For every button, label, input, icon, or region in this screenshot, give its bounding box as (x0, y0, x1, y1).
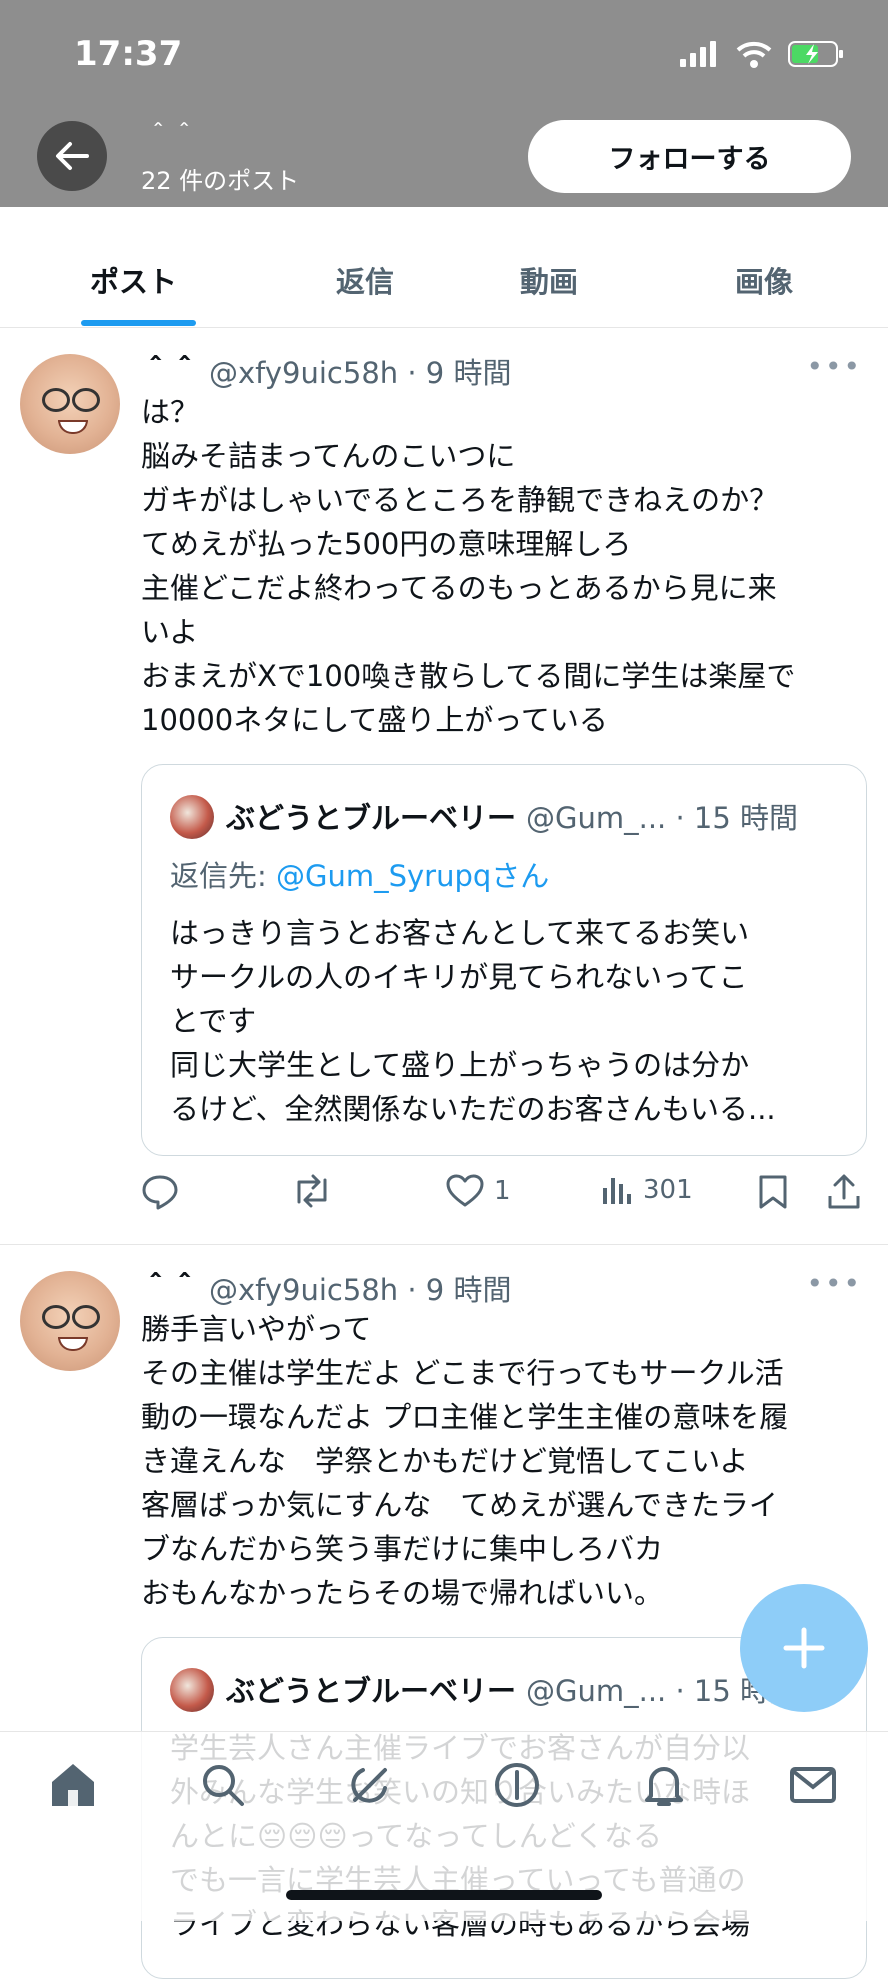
views-icon (603, 1178, 631, 1204)
post-count: 22 件のポスト (141, 167, 300, 195)
repost-button[interactable] (291, 1174, 333, 1208)
author-handle[interactable]: @xfy9uic58h (209, 1273, 398, 1307)
share-icon (828, 1174, 860, 1209)
avatar[interactable] (20, 354, 120, 454)
status-icons (680, 40, 844, 68)
post-actions: 1 301 (141, 1174, 861, 1224)
quote-author-name: ぶどうとブルーベリー (226, 801, 517, 835)
communities-icon[interactable] (492, 1760, 542, 1810)
profile-tabs: ポスト 返信 動画 画像 (0, 207, 888, 328)
more-icon[interactable]: ••• (806, 350, 862, 383)
quote-meta: ぶどうとブルーベリー @Gum_... · 15 時間 (226, 795, 798, 837)
home-icon[interactable] (48, 1760, 98, 1810)
reply-button[interactable] (141, 1174, 179, 1210)
author-name[interactable]: ＾＾ (141, 356, 199, 390)
tab-replies[interactable]: 返信 (336, 259, 394, 301)
profile-header: 17:37 ＾＾ 22 件のポスト フォローする (0, 0, 888, 207)
signal-icon (680, 41, 716, 67)
search-icon[interactable] (198, 1760, 248, 1810)
author-name[interactable]: ＾＾ (141, 1273, 199, 1307)
battery-charging-icon (788, 41, 843, 67)
follow-button[interactable]: フォローする (528, 120, 851, 193)
grok-icon[interactable] (345, 1760, 395, 1810)
quote-time: · 15 時間 (675, 801, 799, 835)
tab-posts[interactable]: ポスト (90, 259, 177, 301)
avatar[interactable] (20, 1271, 120, 1371)
home-indicator (286, 1890, 602, 1900)
back-button[interactable] (37, 121, 107, 191)
quote-avatar (170, 1668, 214, 1712)
quote-author-name: ぶどうとブルーベリー (226, 1674, 517, 1708)
quote-author-handle: @Gum_... (526, 1674, 667, 1708)
active-tab-indicator (81, 320, 196, 326)
post-body: 勝手言いやがって その主催は学生だよ どこまで行ってもサークル活 動の一環なんだ… (141, 1312, 789, 1610)
reply-to-link[interactable]: @Gum_Syrupqさん (276, 859, 549, 893)
quote-meta: ぶどうとブルーベリー @Gum_... · 15 時間 (226, 1668, 798, 1710)
bookmark-icon (759, 1175, 787, 1209)
views-button[interactable]: 301 (601, 1174, 693, 1206)
post-time: · 9 時間 (407, 356, 512, 390)
like-button[interactable]: 1 (446, 1174, 511, 1208)
post-meta: ＾＾ @xfy9uic58h · 9 時間 (141, 1267, 511, 1309)
like-count: 1 (494, 1176, 511, 1206)
tab-images[interactable]: 画像 (735, 259, 793, 301)
share-button[interactable] (827, 1174, 861, 1210)
arrow-left-icon (56, 142, 89, 170)
post-time: · 9 時間 (407, 1273, 512, 1307)
tab-videos[interactable]: 動画 (520, 259, 578, 301)
wifi-icon (736, 41, 772, 68)
messages-icon[interactable] (788, 1760, 838, 1810)
post-meta: ＾＾ @xfy9uic58h · 9 時間 (141, 350, 511, 392)
author-handle[interactable]: @xfy9uic58h (209, 356, 398, 390)
quoted-post[interactable]: ぶどうとブルーベリー @Gum_... · 15 時間 返信先: @Gum_Syr… (141, 764, 867, 1156)
repost-icon (297, 1174, 327, 1208)
more-icon[interactable]: ••• (806, 1267, 862, 1300)
plus-icon (783, 1627, 825, 1669)
post[interactable]: ＾＾ @xfy9uic58h · 9 時間 ••• は？ 脳みそ詰まってんのこいつ… (0, 328, 888, 1244)
post-body: は？ 脳みそ詰まってんのこいつに ガキがはしゃいでるところを静観できねえのか？ … (141, 395, 796, 737)
quote-author-handle: @Gum_... (526, 801, 667, 835)
reply-icon (142, 1175, 178, 1210)
status-time: 17:37 (74, 34, 183, 74)
reply-prefix: 返信先: (170, 859, 267, 893)
notifications-icon[interactable] (639, 1760, 689, 1810)
quote-text: はっきり言うとお客さんとして来てるお笑い サークルの人のイキリが見てられないって… (170, 916, 776, 1126)
quote-reply-to: 返信先: @Gum_Syrupqさん (170, 853, 549, 895)
bookmark-button[interactable] (758, 1174, 788, 1210)
profile-name: ＾＾ (145, 124, 198, 154)
view-count: 301 (643, 1175, 693, 1205)
heart-icon (446, 1174, 484, 1207)
quote-avatar (170, 795, 214, 839)
compose-button[interactable] (740, 1584, 868, 1712)
